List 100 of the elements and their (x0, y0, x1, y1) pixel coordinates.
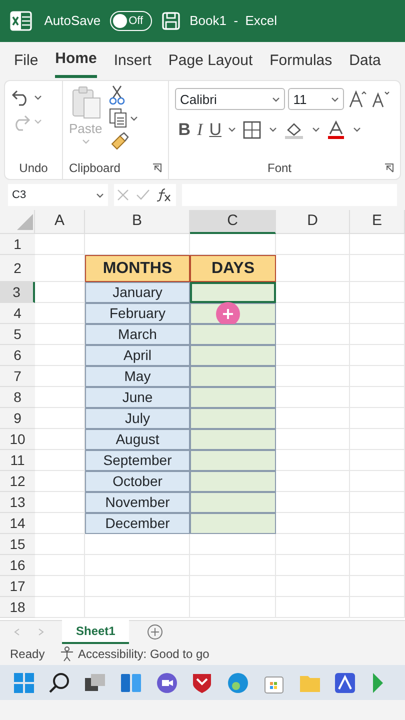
grid-cell[interactable] (276, 555, 350, 576)
copy-icon[interactable] (108, 108, 127, 128)
grow-font-icon[interactable] (348, 89, 368, 110)
ribbon-tab[interactable]: Insert (114, 46, 152, 76)
row-header[interactable]: 8 (0, 387, 35, 408)
row-header[interactable]: 2 (0, 255, 35, 282)
function-icon[interactable] (156, 188, 172, 202)
grid-cell[interactable] (190, 534, 276, 555)
caret-icon[interactable] (312, 127, 320, 132)
column-header[interactable]: D (276, 210, 350, 234)
font-size-field[interactable]: 11 (288, 88, 344, 110)
grid-cell[interactable] (350, 450, 405, 471)
grid-cell[interactable] (276, 450, 350, 471)
grid-cell[interactable] (350, 387, 405, 408)
ribbon-tab[interactable]: Page Layout (168, 46, 253, 76)
row-header[interactable]: 10 (0, 429, 35, 450)
row-header[interactable]: 17 (0, 576, 35, 597)
grid-cell[interactable] (35, 576, 85, 597)
grid-cell[interactable] (350, 555, 405, 576)
grid-cell[interactable] (350, 303, 405, 324)
row-header[interactable]: 5 (0, 324, 35, 345)
grid-cell[interactable] (85, 555, 190, 576)
grid-cell[interactable] (190, 555, 276, 576)
grid-cell[interactable] (350, 513, 405, 534)
days-cell[interactable] (190, 429, 276, 450)
name-box[interactable]: C3 (8, 184, 108, 206)
grid-cell[interactable] (350, 576, 405, 597)
row-header[interactable]: 11 (0, 450, 35, 471)
days-cell[interactable] (190, 303, 276, 324)
row-header[interactable]: 13 (0, 492, 35, 513)
days-cell[interactable] (190, 492, 276, 513)
scissors-icon[interactable] (108, 85, 125, 105)
dialog-launcher-icon[interactable] (152, 163, 162, 173)
days-cell[interactable] (190, 282, 276, 303)
caret-icon[interactable] (352, 127, 361, 132)
row-header[interactable]: 4 (0, 303, 35, 324)
grid-cell[interactable] (85, 534, 190, 555)
italic-button[interactable]: I (197, 116, 203, 142)
days-cell[interactable] (190, 366, 276, 387)
grid-cell[interactable] (350, 366, 405, 387)
grid-cell[interactable] (350, 345, 405, 366)
grid-cell[interactable] (190, 597, 276, 618)
row-header[interactable]: 1 (0, 234, 35, 255)
row-header[interactable]: 14 (0, 513, 35, 534)
days-cell[interactable] (190, 408, 276, 429)
caret-icon[interactable] (130, 116, 138, 121)
grid-cell[interactable] (350, 471, 405, 492)
grid-cell[interactable] (85, 597, 190, 618)
grid-cell[interactable] (276, 234, 350, 255)
grid-cell[interactable] (276, 324, 350, 345)
autosave-toggle[interactable]: Off (110, 11, 152, 31)
grid-cell[interactable] (190, 576, 276, 597)
row-header[interactable]: 12 (0, 471, 35, 492)
caret-icon[interactable] (34, 94, 42, 100)
grid-cell[interactable] (276, 303, 350, 324)
font-color-icon[interactable] (326, 120, 346, 140)
row-header[interactable]: 9 (0, 408, 35, 429)
column-header[interactable]: A (35, 210, 85, 234)
ribbon-tab[interactable]: Data (349, 46, 381, 76)
shrink-font-icon[interactable] (370, 89, 391, 110)
grid-cell[interactable] (276, 387, 350, 408)
underline-button[interactable]: U (209, 116, 222, 142)
grid-cell[interactable] (35, 234, 85, 255)
grid-cell[interactable] (276, 408, 350, 429)
grid-cell[interactable] (276, 345, 350, 366)
column-header[interactable]: B (85, 210, 190, 234)
borders-icon[interactable] (242, 120, 262, 140)
save-icon[interactable] (160, 11, 181, 31)
grid-cell[interactable] (35, 597, 85, 618)
grid-cell[interactable] (350, 492, 405, 513)
add-sheet-icon[interactable] (147, 624, 164, 640)
dialog-launcher-icon[interactable] (384, 163, 394, 173)
font-name-field[interactable]: Calibri (175, 88, 285, 110)
row-header[interactable]: 18 (0, 597, 35, 618)
chat-icon[interactable] (154, 670, 179, 694)
days-cell[interactable] (190, 387, 276, 408)
sheet-tab[interactable]: Sheet1 (62, 620, 130, 644)
grid-cell[interactable] (350, 534, 405, 555)
days-cell[interactable] (190, 450, 276, 471)
grid-cell[interactable] (35, 534, 85, 555)
row-header[interactable]: 3 (0, 282, 35, 303)
grid-cell[interactable] (276, 492, 350, 513)
grid-cell[interactable] (350, 255, 405, 282)
row-header[interactable]: 6 (0, 345, 35, 366)
grid-cell[interactable] (276, 282, 350, 303)
caret-icon[interactable] (268, 127, 277, 132)
ribbon-tab[interactable]: File (14, 46, 38, 76)
row-header[interactable]: 15 (0, 534, 35, 555)
days-cell[interactable] (190, 471, 276, 492)
days-cell[interactable] (190, 345, 276, 366)
grid-cell[interactable] (276, 429, 350, 450)
grid-cell[interactable] (350, 597, 405, 618)
grid-cell[interactable] (276, 366, 350, 387)
ribbon-tab[interactable]: Formulas (270, 46, 332, 76)
grid-cell[interactable] (276, 513, 350, 534)
grid-cell[interactable] (276, 534, 350, 555)
days-cell[interactable] (190, 324, 276, 345)
row-header[interactable]: 7 (0, 366, 35, 387)
grid-cell[interactable] (276, 471, 350, 492)
select-all-icon[interactable] (16, 212, 34, 230)
